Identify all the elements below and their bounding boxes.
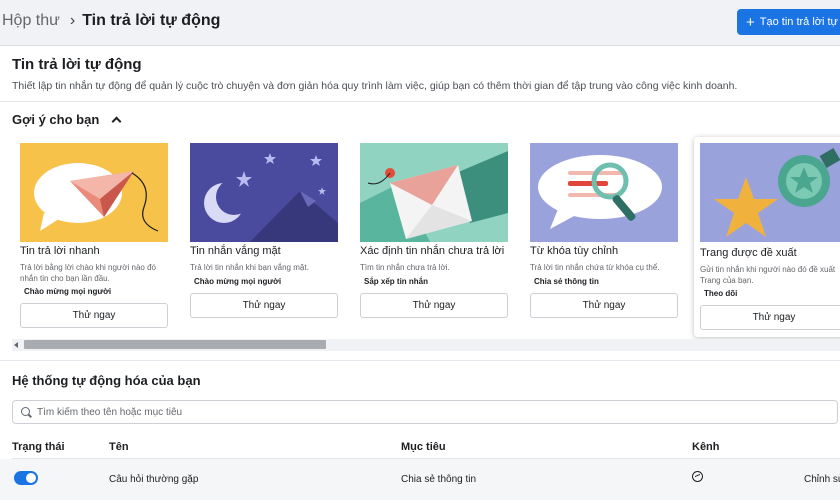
column-goal[interactable]: Mục tiêu (401, 441, 446, 453)
suggestion-card-unanswered[interactable]: Xác định tin nhắn chưa trả lời Tìm tin n… (358, 137, 515, 333)
moon-night-illustration (190, 143, 338, 242)
card-tag: Theo dõi (704, 289, 738, 298)
card-description: Trả lời tin nhắn chứa từ khóa cụ thể. (530, 263, 660, 272)
suggestion-card-custom-keywords[interactable]: Từ khóa tùy chỉnh Trả lời tin nhắn chứa … (528, 137, 685, 333)
breadcrumb: Hộp thư › Tin trả lời tự động (2, 12, 220, 30)
card-description: Tìm tin nhắn chưa trả lời. (360, 263, 450, 272)
breadcrumb-inbox[interactable]: Hộp thư (2, 12, 60, 30)
card-title: Xác định tin nhắn chưa trả lời (360, 245, 505, 257)
suggestions-title: Gợi ý cho bạn (12, 112, 100, 127)
card-tag: Chào mừng mọi người (194, 277, 282, 286)
try-now-button[interactable]: Thử ngay (190, 293, 338, 318)
automation-goal: Chia sẻ thông tin (401, 474, 477, 485)
card-title: Từ khóa tùy chỉnh (530, 245, 619, 257)
create-auto-reply-button[interactable]: + Tạo tin trả lời tự động (737, 9, 840, 35)
scrollbar-thumb[interactable] (24, 340, 326, 349)
divider (0, 360, 840, 361)
card-tag: Chia sẻ thông tin (534, 277, 599, 286)
card-title: Tin nhắn vắng mặt (190, 245, 281, 257)
chevron-right-icon: › (69, 12, 76, 29)
edit-link[interactable]: Chỉnh sửa (804, 474, 840, 485)
card-description: Trả lời tin nhắn khi bạn vắng mặt. (190, 263, 309, 272)
column-channel[interactable]: Kênh (692, 441, 720, 453)
horizontal-scrollbar[interactable] (12, 339, 840, 351)
chevron-up-icon[interactable] (111, 116, 122, 127)
automation-search-box[interactable] (12, 400, 838, 424)
try-now-button[interactable]: Thử ngay (20, 303, 168, 328)
page-description: Thiết lập tin nhắn tự động để quản lý cu… (12, 80, 738, 92)
breadcrumb-current: Tin trả lời tự động (82, 12, 221, 29)
paper-plane-illustration (20, 143, 168, 242)
card-title: Tin trả lời nhanh (20, 245, 100, 257)
automation-name: Câu hỏi thường gặp (109, 474, 199, 485)
magnifier-bubble-illustration (530, 143, 678, 242)
suggestion-card-recommended-page[interactable]: Trang được đề xuất Gửi tin nhắn khi ngườ… (694, 137, 840, 337)
divider (0, 101, 840, 102)
messenger-icon (692, 471, 703, 482)
card-title: Trang được đề xuất (700, 247, 797, 259)
plus-icon: + (746, 13, 755, 31)
column-status[interactable]: Trạng thái (12, 441, 65, 453)
suggestions-header[interactable]: Gợi ý cho bạn (12, 112, 122, 127)
try-now-button[interactable]: Thử ngay (700, 305, 840, 330)
card-description: Trả lời bằng lời chào khi người nào đó n… (20, 263, 156, 283)
card-description: Gửi tin nhắn khi người nào đó đề xuất Tr… (700, 265, 836, 285)
search-icon (21, 406, 32, 418)
star-stamp-illustration (700, 143, 840, 242)
top-bar: Hộp thư › Tin trả lời tự động + Tạo tin … (0, 0, 840, 46)
try-now-button[interactable]: Thử ngay (360, 293, 508, 318)
column-name[interactable]: Tên (109, 441, 129, 453)
automation-search-input[interactable] (37, 406, 737, 418)
suggestion-card-quick-reply[interactable]: Tin trả lời nhanh Trả lời bằng lời chào … (18, 137, 175, 333)
suggestion-card-away-message[interactable]: Tin nhắn vắng mặt Trả lời tin nhắn khi b… (188, 137, 345, 333)
automations-title: Hệ thống tự động hóa của bạn (12, 373, 201, 388)
page-title: Tin trả lời tự động (12, 56, 142, 73)
try-now-button[interactable]: Thử ngay (530, 293, 678, 318)
scroll-left-icon[interactable] (14, 342, 18, 348)
status-toggle[interactable] (14, 471, 38, 485)
card-tag: Sắp xếp tin nhắn (364, 277, 429, 286)
card-tag: Chào mừng mọi người (24, 287, 112, 296)
toggle-knob (26, 473, 36, 483)
envelopes-illustration (360, 143, 508, 242)
create-auto-reply-label: Tạo tin trả lời tự động (759, 16, 840, 28)
